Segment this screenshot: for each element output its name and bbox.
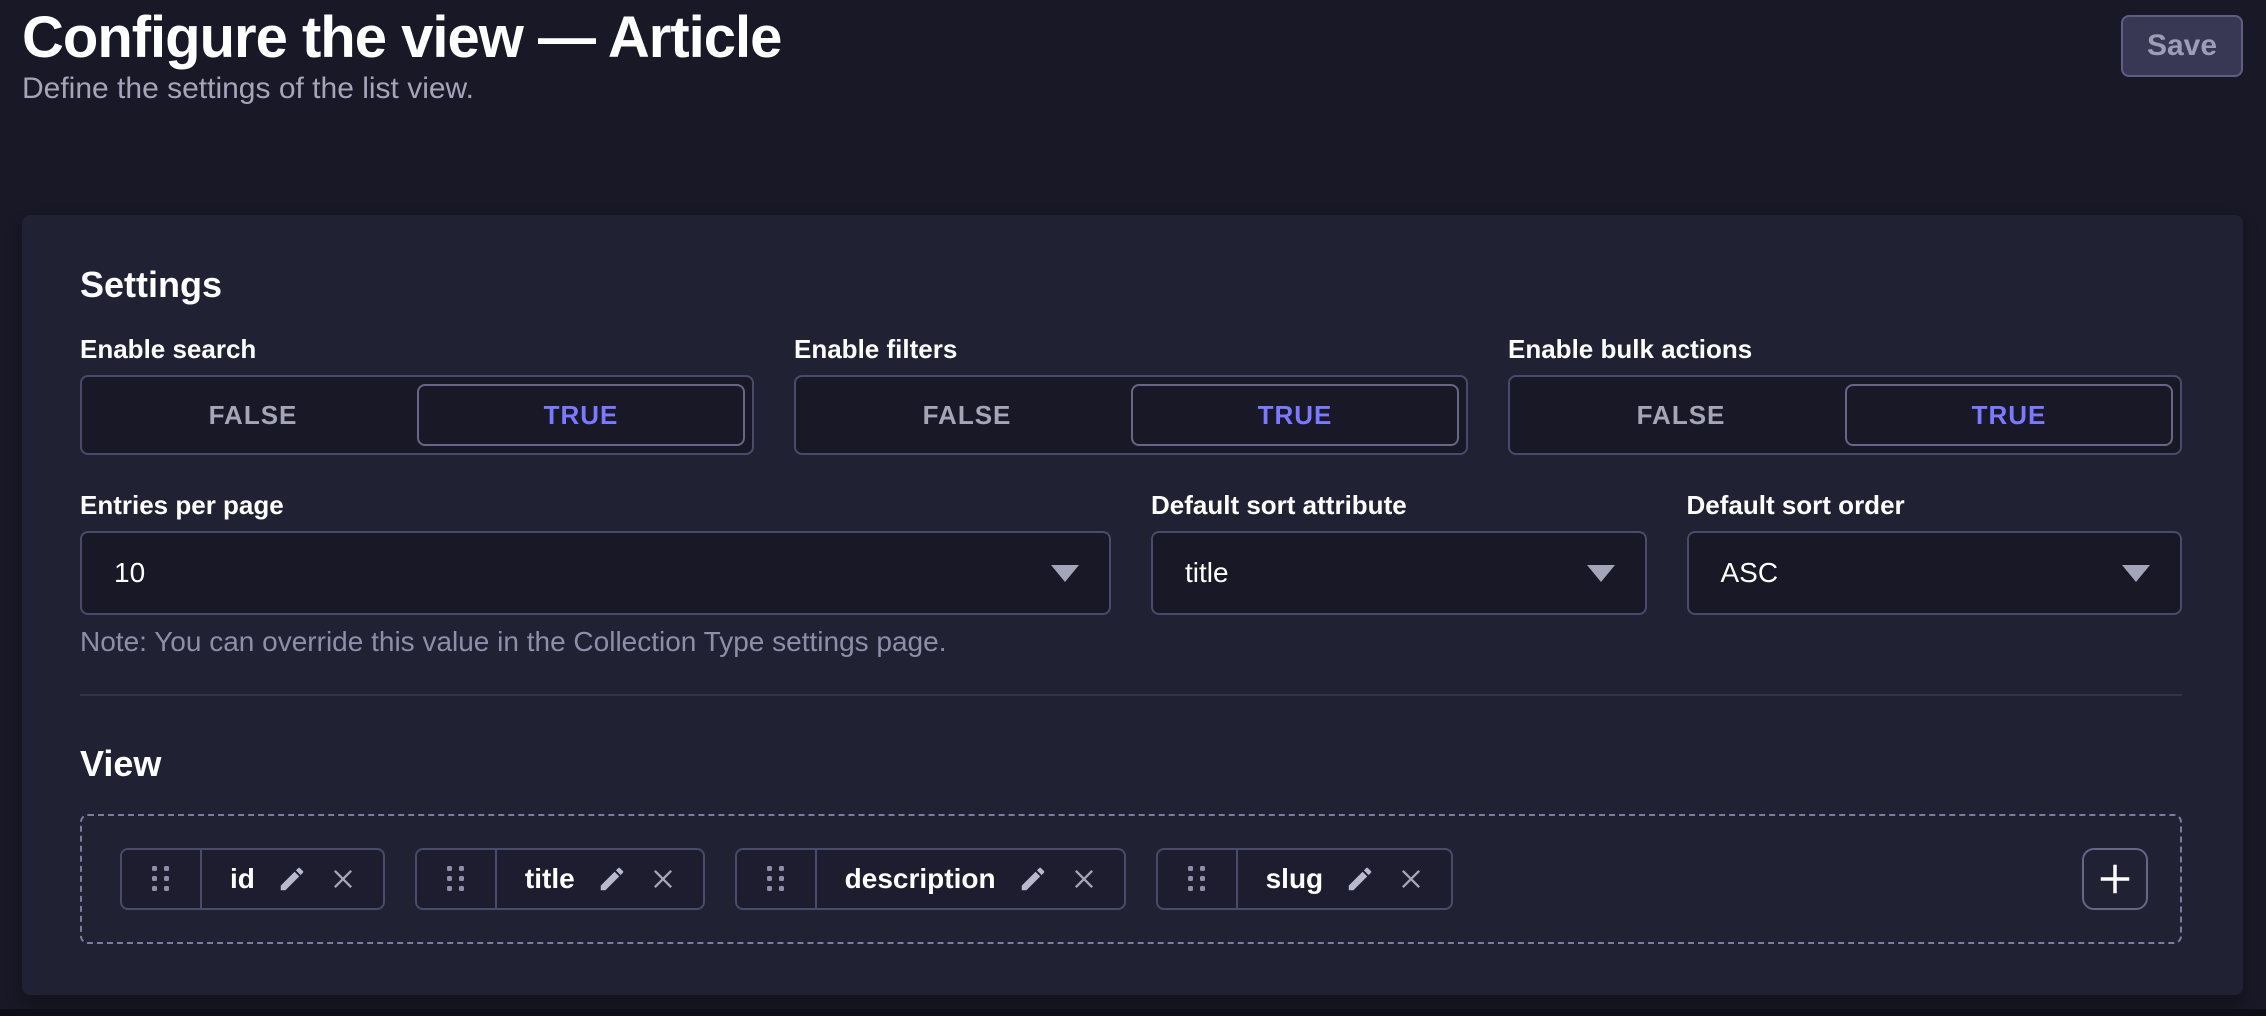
default-sort-attribute-select[interactable]: title [1151,531,1647,615]
field-layout-dropzone: id [80,814,2182,944]
enable-bulk-actions-label: Enable bulk actions [1508,336,2182,362]
section-divider [80,694,2182,696]
settings-card: Settings Enable search FALSE TRUE Enable… [22,215,2243,995]
default-sort-order-value: ASC [1721,557,1779,589]
view-heading: View [80,746,2182,782]
remove-field-button[interactable] [329,865,357,893]
remove-field-button[interactable] [649,865,677,893]
field-default-sort-order: Default sort order ASC [1687,492,2183,657]
remove-field-button[interactable] [1070,865,1098,893]
configure-view-page: Configure the view — Article Define the … [0,0,2266,995]
close-icon [1070,865,1098,893]
close-icon [649,865,677,893]
entries-per-page-label: Entries per page [80,492,1111,518]
enable-filters-false-option[interactable]: FALSE [803,384,1131,446]
drag-handle[interactable] [417,850,497,908]
field-enable-bulk-actions: Enable bulk actions FALSE TRUE [1508,336,2182,455]
enable-search-label: Enable search [80,336,754,362]
settings-section: Settings Enable search FALSE TRUE Enable… [80,267,2182,657]
chip-label: slug [1266,863,1324,895]
default-sort-attribute-value: title [1185,557,1229,589]
default-sort-attribute-label: Default sort attribute [1151,492,1647,518]
field-chip-id[interactable]: id [120,848,385,910]
page-header: Configure the view — Article Define the … [22,0,2243,106]
entries-per-page-select[interactable]: 10 [80,531,1111,615]
chevron-down-icon [1587,565,1615,582]
entries-per-page-note: Note: You can override this value in the… [80,627,1111,657]
default-sort-order-label: Default sort order [1687,492,2183,518]
field-enable-search: Enable search FALSE TRUE [80,336,754,455]
field-enable-filters: Enable filters FALSE TRUE [794,336,1468,455]
enable-filters-toggle: FALSE TRUE [794,375,1468,455]
close-icon [1397,865,1425,893]
field-default-sort-attribute: Default sort attribute title [1151,492,1647,657]
default-sort-order-select[interactable]: ASC [1687,531,2183,615]
pencil-icon [277,864,307,894]
remove-field-button[interactable] [1397,865,1425,893]
field-chip-description[interactable]: description [735,848,1126,910]
save-button[interactable]: Save [2121,15,2243,77]
field-chip-slug[interactable]: slug [1156,848,1454,910]
enable-filters-true-option[interactable]: TRUE [1131,384,1459,446]
enable-bulk-actions-false-option[interactable]: FALSE [1517,384,1845,446]
edit-field-button[interactable] [1345,864,1375,894]
drag-handle[interactable] [1158,850,1238,908]
page-subtitle: Define the settings of the list view. [22,72,2243,106]
edit-field-button[interactable] [277,864,307,894]
settings-heading: Settings [80,267,2182,303]
chevron-down-icon [1051,565,1079,582]
pencil-icon [1018,864,1048,894]
enable-bulk-actions-toggle: FALSE TRUE [1508,375,2182,455]
viewport-bottom-edge [0,1009,2266,1016]
settings-grid: Enable search FALSE TRUE Enable filters … [80,336,2182,657]
drag-dots-icon [443,862,469,896]
add-field-button[interactable] [2082,848,2148,910]
enable-bulk-actions-true-option[interactable]: TRUE [1845,384,2173,446]
drag-handle[interactable] [737,850,817,908]
drag-handle[interactable] [122,850,202,908]
field-entries-per-page: Entries per page 10 Note: You can overri… [80,492,1111,657]
field-chip-title[interactable]: title [415,848,705,910]
chip-label: title [525,863,575,895]
drag-dots-icon [763,862,789,896]
chevron-down-icon [2122,565,2150,582]
enable-search-true-option[interactable]: TRUE [417,384,745,446]
plus-icon [2096,860,2134,898]
drag-dots-icon [1184,862,1210,896]
chip-label: id [230,863,255,895]
close-icon [329,865,357,893]
drag-dots-icon [148,862,174,896]
enable-search-false-option[interactable]: FALSE [89,384,417,446]
page-title: Configure the view — Article [22,10,2243,66]
pencil-icon [1345,864,1375,894]
edit-field-button[interactable] [1018,864,1048,894]
entries-per-page-value: 10 [114,557,145,589]
edit-field-button[interactable] [597,864,627,894]
view-section: View id [80,746,2182,944]
enable-filters-label: Enable filters [794,336,1468,362]
enable-search-toggle: FALSE TRUE [80,375,754,455]
pencil-icon [597,864,627,894]
chip-label: description [845,863,996,895]
